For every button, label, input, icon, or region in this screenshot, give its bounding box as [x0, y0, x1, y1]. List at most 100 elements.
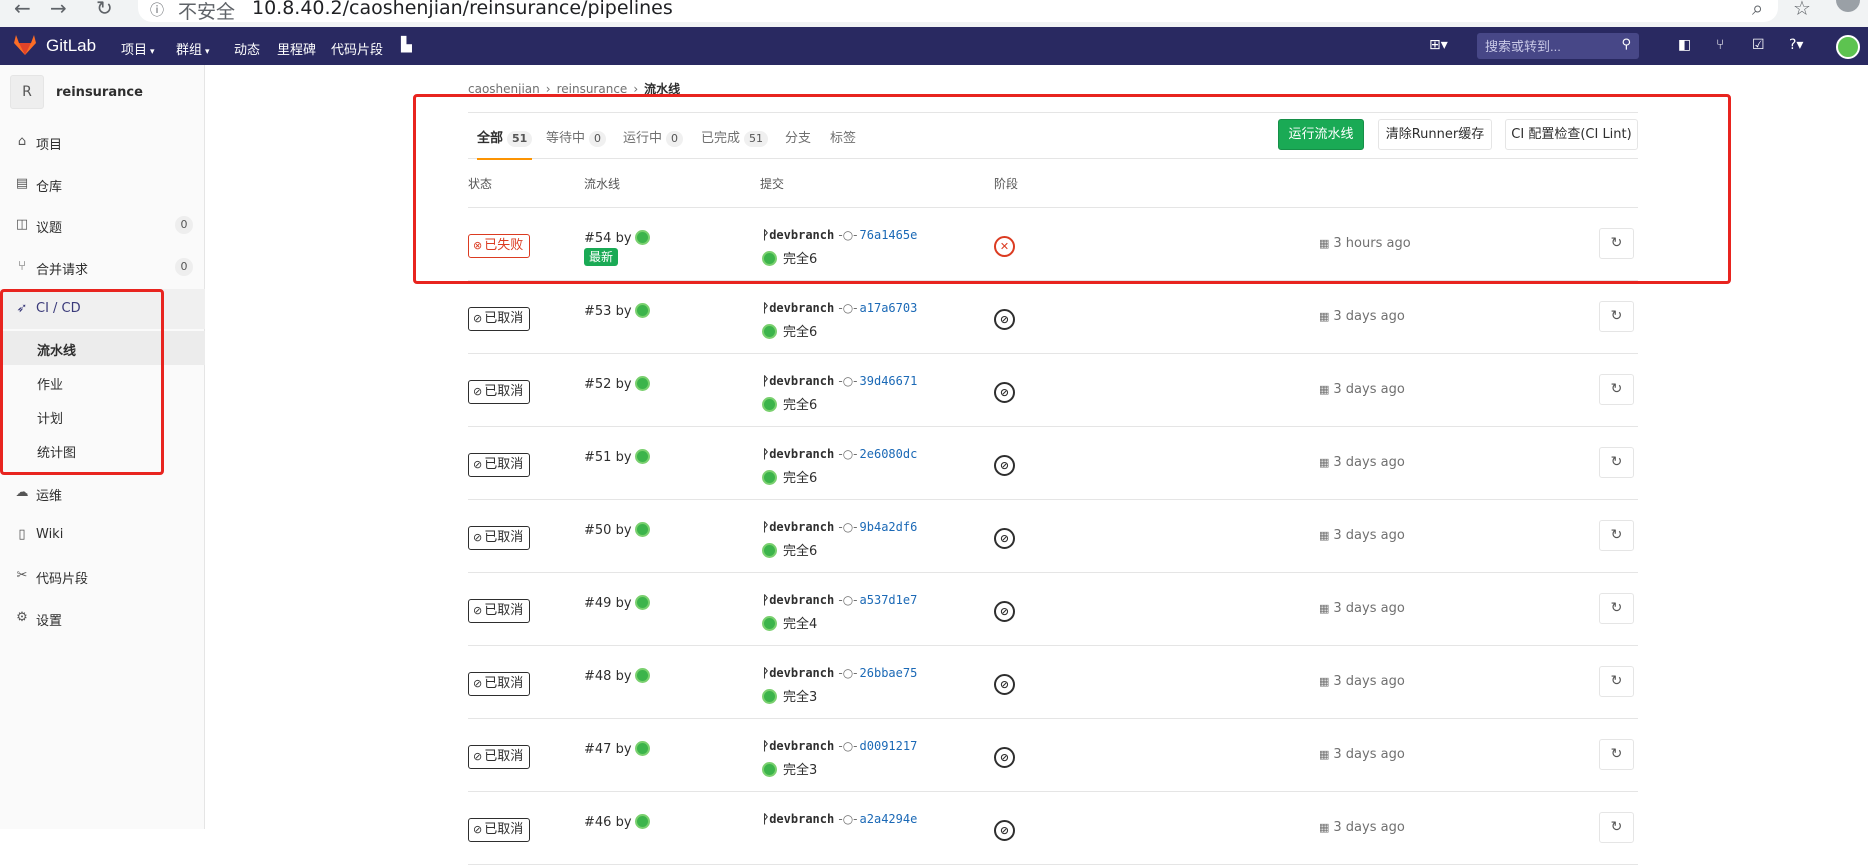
merge-request-icon[interactable]: ⑂ [1716, 37, 1724, 53]
tab-branches[interactable]: 分支 [785, 127, 811, 160]
breadcrumb-project[interactable]: reinsurance [557, 82, 628, 96]
commit-sha[interactable]: 76a1465e [860, 228, 918, 242]
sidebar-sub-schedules[interactable]: 计划 [0, 399, 205, 433]
user-avatar[interactable] [762, 470, 777, 485]
user-avatar[interactable] [634, 230, 650, 245]
ci-lint-button[interactable]: CI 配置检查(CI Lint) [1505, 119, 1638, 150]
retry-button[interactable]: ↻ [1599, 447, 1634, 478]
url-text[interactable]: 10.8.40.2/caoshenjian/reinsurance/pipeli… [252, 0, 673, 19]
reload-icon[interactable]: ↻ [96, 0, 113, 20]
branch-name[interactable]: devbranch [769, 301, 834, 315]
pipeline-id[interactable]: #47 by [584, 741, 650, 757]
commit-sha[interactable]: a17a6703 [860, 301, 918, 315]
sidebar-item-cicd[interactable]: ➶ CI / CD [0, 289, 205, 329]
project-header[interactable]: R reinsurance [10, 75, 200, 113]
retry-button[interactable]: ↻ [1599, 593, 1634, 624]
user-avatar[interactable] [634, 449, 650, 464]
branch-name[interactable]: devbranch [769, 374, 834, 388]
sidebar-sub-charts[interactable]: 统计图 [0, 433, 205, 467]
search-input[interactable] [1477, 33, 1617, 59]
branch-name[interactable]: devbranch [769, 812, 834, 826]
retry-button[interactable]: ↻ [1599, 812, 1634, 843]
sidebar-item-merge-requests[interactable]: ⑂ 合并请求 0 [0, 247, 205, 287]
brand-name[interactable]: GitLab [46, 36, 96, 56]
user-avatar[interactable] [762, 616, 777, 631]
user-avatar[interactable] [1836, 35, 1860, 59]
tab-pending[interactable]: 等待中 0 [546, 127, 607, 160]
stage-canceled-icon[interactable]: ⊘ [994, 820, 1015, 841]
chart-icon[interactable]: ▙ [401, 37, 412, 53]
star-icon[interactable]: ☆ [1793, 0, 1811, 20]
tab-finished[interactable]: 已完成 51 [701, 127, 769, 160]
sidebar-sub-jobs[interactable]: 作业 [0, 365, 205, 399]
stage-canceled-icon[interactable]: ⊘ [994, 455, 1015, 476]
gitlab-logo-icon[interactable] [14, 35, 36, 55]
sidebar-item-repository[interactable]: ▤ 仓库 [0, 164, 205, 204]
retry-button[interactable]: ↻ [1599, 666, 1634, 697]
pipeline-id[interactable]: #52 by [584, 376, 650, 392]
user-avatar[interactable] [762, 543, 777, 558]
pipeline-id[interactable]: #46 by [584, 814, 650, 830]
user-avatar[interactable] [634, 814, 650, 829]
address-bar[interactable]: ⓘ 不安全 10.8.40.2/caoshenjian/reinsurance/… [138, 0, 1778, 23]
user-avatar[interactable] [762, 689, 777, 704]
stage-canceled-icon[interactable]: ⊘ [994, 747, 1015, 768]
nav-milestones[interactable]: 里程碑 [277, 39, 316, 58]
stage-canceled-icon[interactable]: ⊘ [994, 382, 1015, 403]
status-badge[interactable]: ⊘ 已取消 [468, 672, 531, 696]
commit-sha[interactable]: 9b4a2df6 [860, 520, 918, 534]
stage-canceled-icon[interactable]: ⊘ [994, 528, 1015, 549]
pipeline-id[interactable]: #49 by [584, 595, 650, 611]
user-avatar[interactable] [634, 303, 650, 318]
commit-sha[interactable]: 26bbae75 [860, 666, 918, 680]
retry-button[interactable]: ↻ [1599, 520, 1634, 551]
status-badge[interactable]: ⊘ 已取消 [468, 526, 531, 550]
branch-name[interactable]: devbranch [769, 228, 834, 242]
branch-name[interactable]: devbranch [769, 593, 834, 607]
pipeline-id[interactable]: #54 by [584, 230, 650, 246]
todo-icon[interactable]: ◧ [1678, 37, 1691, 53]
pipeline-id[interactable]: #48 by [584, 668, 650, 684]
status-badge[interactable]: ⊘ 已取消 [468, 453, 531, 477]
stage-canceled-icon[interactable]: ⊘ [994, 309, 1015, 330]
user-avatar[interactable] [762, 251, 777, 266]
status-badge[interactable]: ⊘ 已取消 [468, 599, 531, 623]
sidebar-item-snippets[interactable]: ✂ 代码片段 [0, 556, 205, 596]
pipeline-id[interactable]: #51 by [584, 449, 650, 465]
commit-sha[interactable]: 39d46671 [860, 374, 918, 388]
sidebar-item-project[interactable]: ⌂ 项目 [0, 122, 205, 162]
tab-all[interactable]: 全部 51 [477, 127, 533, 160]
breadcrumb-current[interactable]: 流水线 [644, 82, 680, 96]
commit-sha[interactable]: 2e6080dc [860, 447, 918, 461]
stage-canceled-icon[interactable]: ⊘ [994, 601, 1015, 622]
nav-activity[interactable]: 动态 [234, 39, 260, 58]
status-badge[interactable]: ⊘ 已取消 [468, 307, 531, 331]
user-avatar[interactable] [762, 324, 777, 339]
branch-name[interactable]: devbranch [769, 520, 834, 534]
status-badge[interactable]: ⊗ 已失败 [468, 234, 531, 258]
project-name[interactable]: reinsurance [56, 85, 143, 100]
sidebar-item-settings[interactable]: ⚙ 设置 [0, 598, 205, 638]
plus-square-icon[interactable]: ⊞▾ [1429, 37, 1448, 53]
user-avatar[interactable] [634, 376, 650, 391]
search-icon[interactable]: ⚲ [1621, 37, 1631, 52]
status-badge[interactable]: ⊘ 已取消 [468, 818, 531, 842]
retry-button[interactable]: ↻ [1599, 374, 1634, 405]
nav-snippets[interactable]: 代码片段 [331, 39, 383, 58]
check-square-icon[interactable]: ☑ [1752, 37, 1765, 53]
tab-running[interactable]: 运行中 0 [623, 127, 684, 160]
status-badge[interactable]: ⊘ 已取消 [468, 745, 531, 769]
back-icon[interactable]: ← [14, 0, 31, 20]
help-icon[interactable]: ?▾ [1789, 37, 1803, 53]
user-avatar[interactable] [634, 522, 650, 537]
status-badge[interactable]: ⊘ 已取消 [468, 380, 531, 404]
pipeline-id[interactable]: #53 by [584, 303, 650, 319]
retry-button[interactable]: ↻ [1599, 739, 1634, 770]
retry-button[interactable]: ↻ [1599, 301, 1634, 332]
search-box[interactable]: ⚲ [1477, 33, 1639, 59]
forward-icon[interactable]: → [50, 0, 67, 20]
nav-groups[interactable]: 群组 ▾ [176, 39, 210, 58]
zoom-icon[interactable]: ⌕ [1752, 0, 1763, 20]
retry-button[interactable]: ↻ [1599, 228, 1634, 259]
nav-projects[interactable]: 项目 ▾ [121, 39, 155, 58]
